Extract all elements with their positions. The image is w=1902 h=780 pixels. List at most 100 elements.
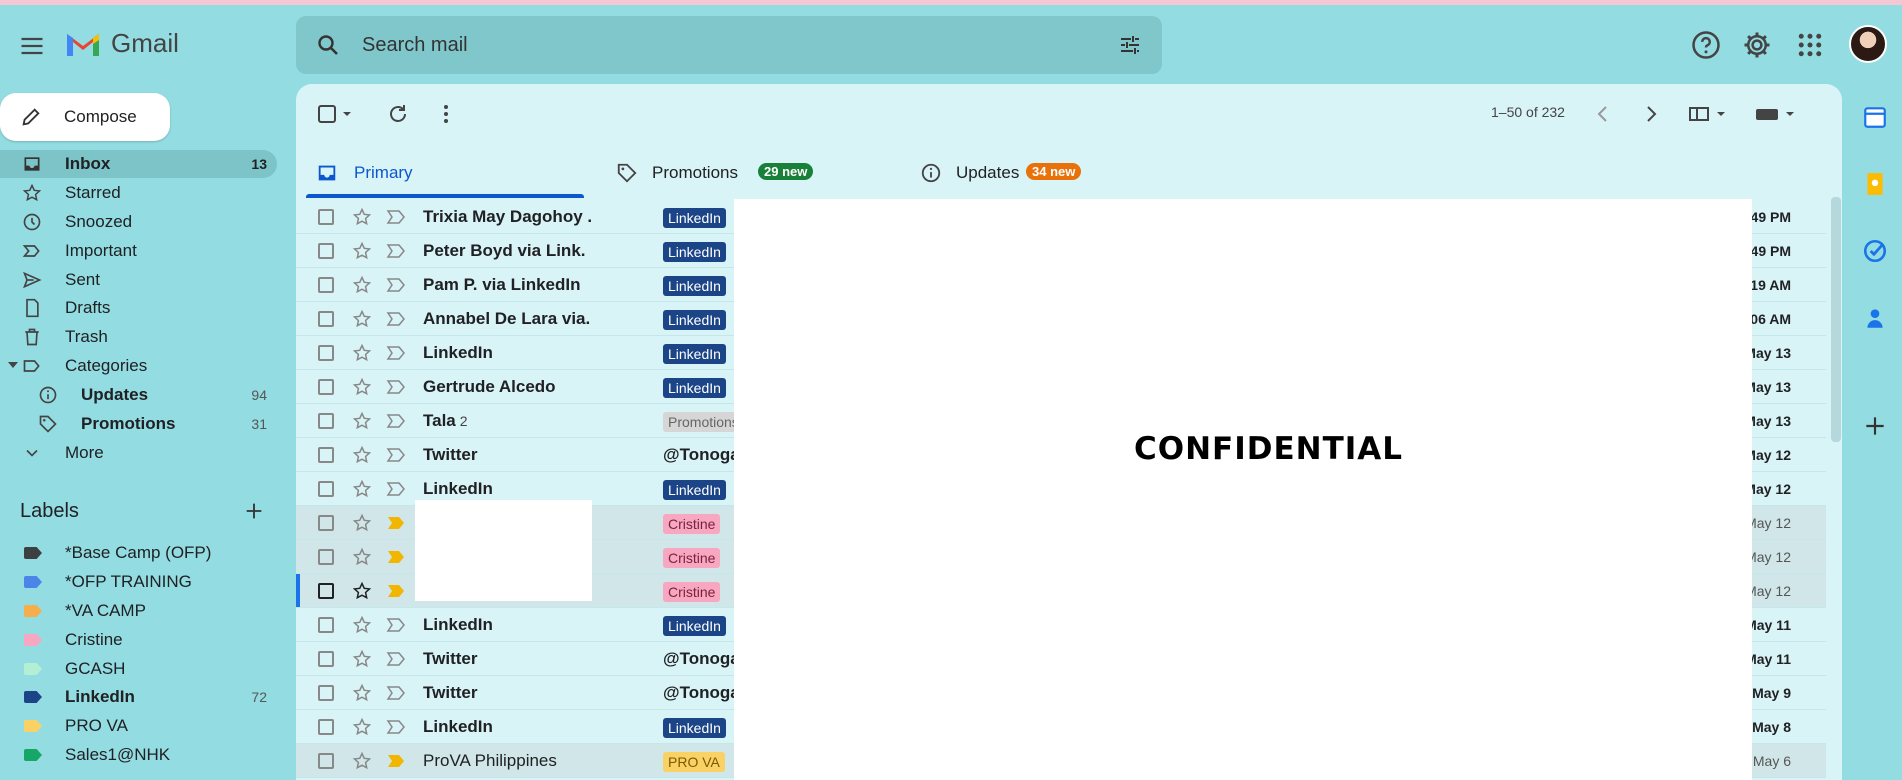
add-label-icon[interactable] (243, 500, 265, 522)
apps-icon[interactable] (1795, 30, 1825, 60)
row-checkbox[interactable] (318, 311, 334, 327)
star-icon[interactable] (352, 343, 372, 363)
sidebar-item-categories[interactable]: Categories (0, 352, 277, 380)
settings-icon[interactable] (1742, 30, 1772, 60)
email-label-chip[interactable]: LinkedIn (663, 276, 726, 296)
label-item[interactable]: PRO VA (0, 712, 277, 740)
sidebar-item-important[interactable]: Important (0, 237, 277, 265)
row-checkbox[interactable] (318, 277, 334, 293)
row-checkbox[interactable] (318, 515, 334, 531)
sidebar-item-sent[interactable]: Sent (0, 266, 277, 294)
importance-marker-icon[interactable] (386, 277, 406, 293)
email-label-chip[interactable]: LinkedIn (663, 208, 726, 228)
label-item[interactable]: *VA CAMP (0, 597, 277, 625)
email-label-chip[interactable]: Cristine (663, 582, 721, 602)
help-icon[interactable] (1691, 30, 1721, 60)
split-pane-icon[interactable] (1688, 102, 1732, 126)
email-label-chip[interactable]: LinkedIn (663, 718, 726, 738)
importance-marker-icon[interactable] (386, 617, 406, 633)
newer-chevron-icon[interactable] (1591, 102, 1615, 126)
importance-marker-icon[interactable] (386, 753, 406, 769)
older-chevron-icon[interactable] (1639, 102, 1663, 126)
row-checkbox[interactable] (318, 481, 334, 497)
row-checkbox[interactable] (318, 719, 334, 735)
scrollbar[interactable] (1831, 197, 1841, 442)
row-checkbox[interactable] (318, 243, 334, 259)
contacts-icon[interactable] (1862, 305, 1888, 331)
importance-marker-icon[interactable] (386, 413, 406, 429)
label-item[interactable]: *OFP TRAINING (0, 568, 277, 596)
sidebar-item-starred[interactable]: Starred (0, 179, 277, 207)
star-icon[interactable] (352, 309, 372, 329)
row-checkbox[interactable] (318, 549, 334, 565)
importance-marker-icon[interactable] (386, 209, 406, 225)
label-item[interactable]: Sales1@NHK (0, 741, 277, 769)
star-icon[interactable] (352, 615, 372, 635)
importance-marker-icon[interactable] (386, 345, 406, 361)
label-item[interactable]: GCASH (0, 655, 277, 683)
main-menu-icon[interactable] (18, 32, 46, 60)
tab-promotions[interactable]: Promotions 29 new (606, 144, 886, 200)
keep-icon[interactable] (1862, 171, 1888, 197)
star-icon[interactable] (352, 377, 372, 397)
sidebar-item-drafts[interactable]: Drafts (0, 294, 277, 322)
select-all-checkbox[interactable] (316, 102, 356, 126)
tasks-icon[interactable] (1862, 238, 1888, 264)
star-icon[interactable] (352, 717, 372, 737)
star-icon[interactable] (352, 445, 372, 465)
star-icon[interactable] (352, 479, 372, 499)
row-checkbox[interactable] (318, 413, 334, 429)
email-label-chip[interactable]: Promotions (663, 412, 744, 432)
account-avatar[interactable] (1849, 25, 1887, 63)
importance-marker-icon[interactable] (386, 379, 406, 395)
tab-updates[interactable]: Updates 34 new (910, 144, 1190, 200)
gmail-logo[interactable]: Gmail (65, 28, 179, 59)
email-label-chip[interactable]: LinkedIn (663, 480, 726, 500)
row-checkbox[interactable] (318, 651, 334, 667)
label-item[interactable]: Cristine (0, 626, 277, 654)
search-options-icon[interactable] (1118, 33, 1142, 57)
email-label-chip[interactable]: LinkedIn (663, 242, 726, 262)
search-icon[interactable] (316, 33, 340, 57)
row-checkbox[interactable] (318, 447, 334, 463)
importance-marker-icon[interactable] (386, 243, 406, 259)
row-checkbox[interactable] (318, 617, 334, 633)
star-icon[interactable] (352, 275, 372, 295)
star-icon[interactable] (352, 683, 372, 703)
sidebar-item-more[interactable]: More (0, 439, 277, 467)
email-label-chip[interactable]: Cristine (663, 548, 721, 568)
row-checkbox[interactable] (318, 209, 334, 225)
email-label-chip[interactable]: LinkedIn (663, 378, 726, 398)
star-icon[interactable] (352, 241, 372, 261)
email-label-chip[interactable]: Cristine (663, 514, 721, 534)
email-label-chip[interactable]: LinkedIn (663, 310, 726, 330)
importance-marker-icon[interactable] (386, 481, 406, 497)
calendar-icon[interactable] (1862, 104, 1888, 130)
star-icon[interactable] (352, 513, 372, 533)
sidebar-item-updates[interactable]: Updates 94 (0, 381, 277, 409)
sidebar-item-promotions[interactable]: Promotions 31 (0, 410, 277, 438)
email-label-chip[interactable]: LinkedIn (663, 344, 726, 364)
row-checkbox[interactable] (318, 753, 334, 769)
row-checkbox[interactable] (318, 685, 334, 701)
label-item[interactable]: *Base Camp (OFP) (0, 539, 277, 567)
importance-marker-icon[interactable] (386, 311, 406, 327)
importance-marker-icon[interactable] (386, 447, 406, 463)
search-input[interactable] (362, 30, 1062, 60)
get-addons-icon[interactable] (1862, 413, 1888, 439)
sidebar-item-trash[interactable]: Trash (0, 323, 277, 351)
star-icon[interactable] (352, 649, 372, 669)
more-options-icon[interactable] (434, 102, 458, 126)
sidebar-item-inbox[interactable]: Inbox 13 (0, 150, 277, 178)
row-checkbox[interactable] (318, 345, 334, 361)
importance-marker-icon[interactable] (386, 719, 406, 735)
importance-marker-icon[interactable] (386, 515, 406, 531)
categories-caret-icon[interactable] (8, 362, 18, 368)
input-tools-icon[interactable] (1754, 102, 1798, 126)
refresh-icon[interactable] (386, 102, 410, 126)
search-bar[interactable] (296, 16, 1162, 74)
star-icon[interactable] (352, 411, 372, 431)
importance-marker-icon[interactable] (386, 685, 406, 701)
email-label-chip[interactable]: LinkedIn (663, 616, 726, 636)
star-icon[interactable] (352, 751, 372, 771)
